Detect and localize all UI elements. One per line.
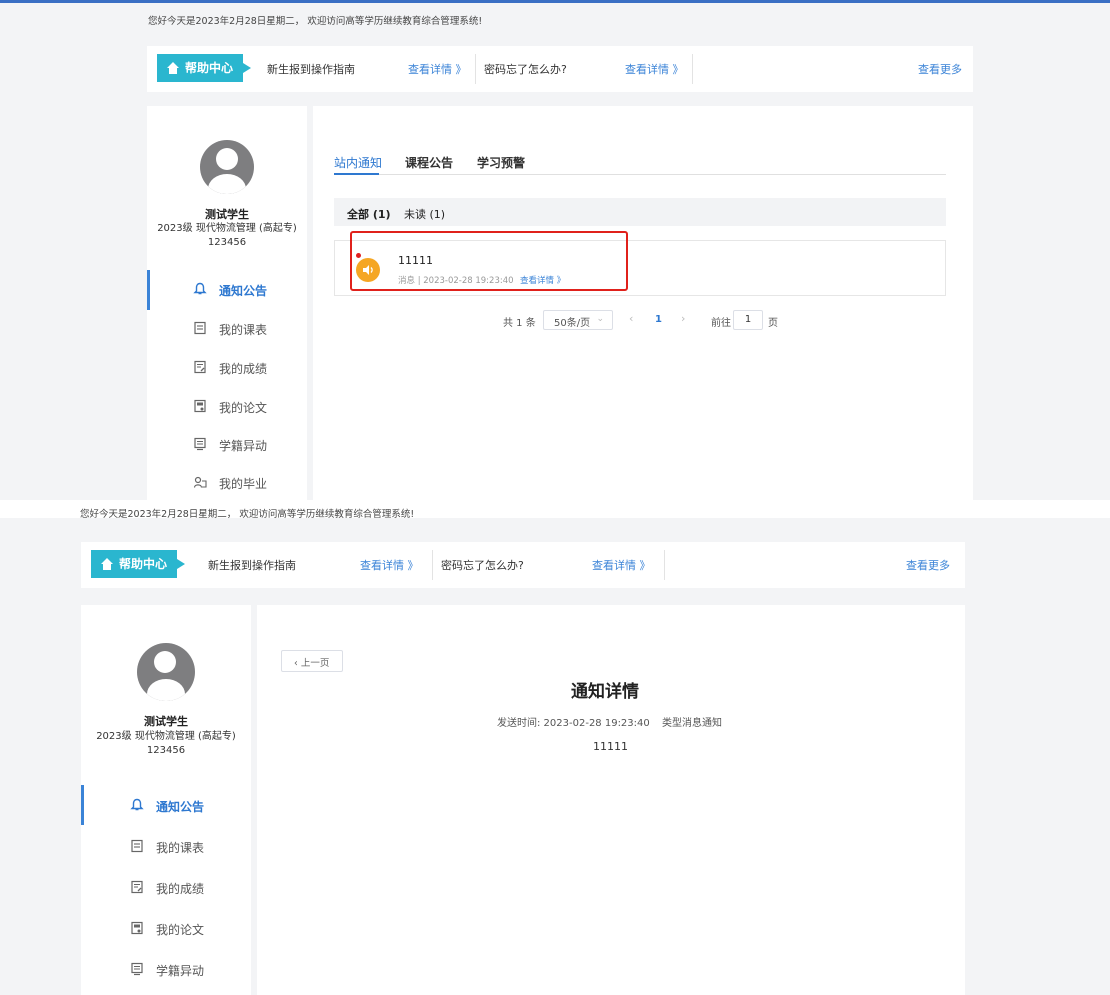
menu-label: 通知公告 [156,800,205,814]
menu-label: 学籍异动 [219,439,268,453]
sidebar: 测试学生 2023级 现代物流管理 (高起专) 123456 通知公告 我的课表… [147,106,307,500]
filter-all-label: 全部 [347,208,369,221]
page-size-value: 50条/页 [554,318,591,329]
help-bar: 帮助中心 新生报到操作指南 查看详情 》 密码忘了怎么办? 查看详情 》 查看更… [81,542,965,588]
view-details-link[interactable]: 查看详情 》 [408,61,467,77]
view-details-link[interactable]: 查看详情 》 [625,61,684,77]
page-suffix: 页 [768,318,778,329]
divider [692,54,693,84]
chevron-left-icon: ‹ [294,658,298,669]
filter-unread-count: (1) [429,208,446,221]
menu-label: 我的成绩 [219,362,268,376]
view-details-link[interactable]: 查看详情 》 [592,557,651,573]
message-type: 类型消息通知 [662,718,722,729]
schedule-icon [194,321,206,335]
bell-icon [130,798,144,811]
send-time: 发送时间: 2023-02-28 19:23:40 [497,718,650,729]
help-center-tag[interactable]: 帮助中心 [157,54,252,82]
user-program: 2023级 现代物流管理 (高起专) [157,223,297,234]
highlight-box [350,231,628,291]
goto-page-input[interactable]: 1 [733,310,763,330]
pager-total: 共 1 条 [503,318,536,329]
user-name: 测试学生 [205,208,249,221]
filter-all[interactable]: 全部 (1) [347,206,391,222]
active-indicator [147,270,150,310]
filter-all-count: (1) [372,208,391,221]
schedule-icon [131,839,143,853]
status-change-icon [131,962,143,976]
back-button[interactable]: ‹ 上一页 [281,650,343,672]
menu-label: 我的课表 [219,323,268,337]
active-indicator [81,785,84,825]
filter-unread[interactable]: 未读 (1) [404,206,445,222]
top-accent-line [0,0,1110,3]
sidebar: 测试学生 2023级 现代物流管理 (高起专) 123456 通知公告 我的课表… [81,605,251,995]
help-center-tag[interactable]: 帮助中心 [91,550,186,578]
tab-underline [334,174,946,175]
help-item-text: 新生报到操作指南 [267,63,355,76]
current-page[interactable]: 1 [655,314,662,325]
menu-label: 学籍异动 [156,964,205,978]
user-id: 123456 [146,745,186,756]
menu-label: 通知公告 [219,284,268,298]
divider [475,54,476,84]
divider [432,550,433,580]
menu-label: 我的成绩 [156,882,205,896]
notice-list-screen: 您好今天是2023年2月28日星期二， 欢迎访问高等学历继续教育综合管理系统! … [0,0,1110,500]
greeting-text: 您好今天是2023年2月28日星期二， 欢迎访问高等学历继续教育综合管理系统! [80,509,415,520]
help-item-text: 密码忘了怎么办? [484,63,567,76]
menu-label: 我的课表 [156,841,205,855]
view-details-link[interactable]: 查看详情 》 [360,557,419,573]
menu-label: 我的论文 [219,401,268,415]
help-center-label: 帮助中心 [119,557,168,571]
goto-label: 前往 [711,318,731,329]
avatar [200,140,254,194]
help-center-label: 帮助中心 [185,61,234,75]
page-title: 通知详情 [571,682,639,702]
graduation-icon [193,476,207,488]
help-bar: 帮助中心 新生报到操作指南 查看详情 》 密码忘了怎么办? 查看详情 》 查看更… [147,46,973,92]
tab-site-notices[interactable]: 站内通知 [334,154,382,171]
filter-bar: 全部 (1) 未读 (1) [334,198,946,226]
help-item-text: 密码忘了怎么办? [441,559,524,572]
home-icon [101,558,113,570]
bell-icon [193,282,207,295]
grades-icon [194,360,206,374]
help-item-text: 新生报到操作指南 [208,559,296,572]
grades-icon [131,880,143,894]
greeting-text: 您好今天是2023年2月28日星期二， 欢迎访问高等学历继续教育综合管理系统! [148,16,483,27]
view-more-link[interactable]: 查看更多 [906,557,950,573]
notice-detail-screen: 您好今天是2023年2月28日星期二， 欢迎访问高等学历继续教育综合管理系统! … [0,502,1110,995]
tab-course-announcements[interactable]: 课程公告 [405,154,453,171]
next-page-arrow[interactable]: › [681,312,685,325]
filter-unread-label: 未读 [404,208,426,221]
chevron-down-icon: ⌄ [596,314,604,324]
detail-panel: ‹ 上一页 通知详情 发送时间: 2023-02-28 19:23:40 类型消… [257,605,965,995]
user-name: 测试学生 [144,715,188,728]
page-size-select[interactable]: 50条/页 ⌄ [543,310,613,330]
avatar [137,643,195,701]
home-icon [167,62,179,74]
detail-body: 11111 [593,740,628,753]
user-id: 123456 [207,237,247,248]
tab-study-warnings[interactable]: 学习预警 [477,154,525,171]
user-program: 2023级 现代物流管理 (高起专) [96,731,236,742]
status-change-icon [194,437,206,451]
active-tab-indicator [334,173,379,175]
back-label: 上一页 [300,658,330,669]
prev-page-arrow[interactable]: ‹ [629,312,633,325]
thesis-icon [131,921,143,935]
notices-panel: 站内通知 课程公告 学习预警 全部 (1) 未读 (1) 11111 消息 | … [313,106,973,500]
view-more-link[interactable]: 查看更多 [918,61,962,77]
menu-label: 我的毕业 [219,477,268,491]
divider [664,550,665,580]
menu-label: 我的论文 [156,923,205,937]
thesis-icon [194,399,206,413]
